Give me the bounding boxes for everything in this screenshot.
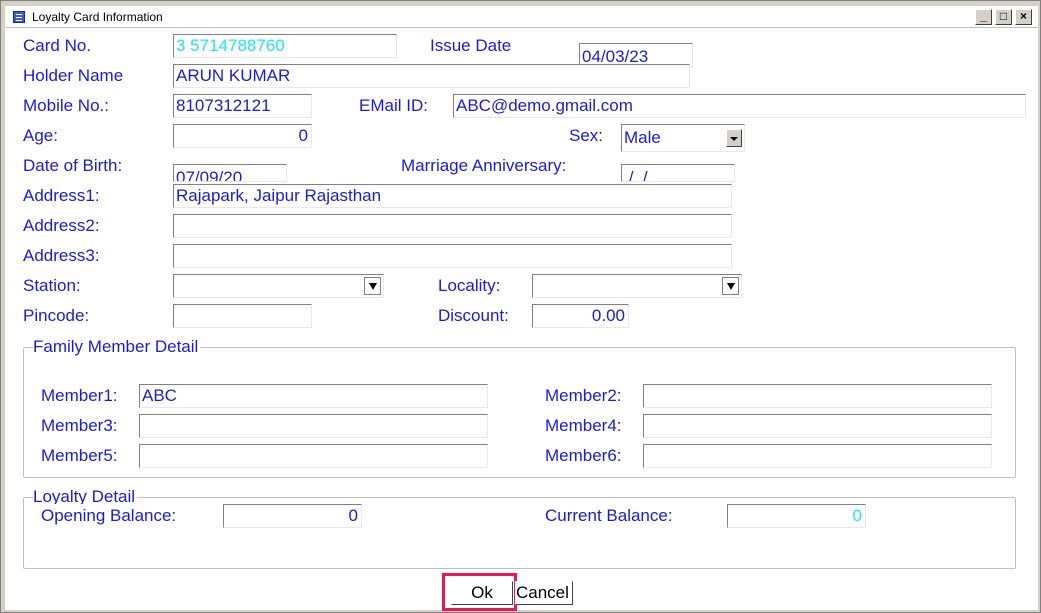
dob-label: Date of Birth:: [21, 154, 161, 178]
discount-label: Discount:: [436, 304, 524, 328]
station-select[interactable]: [173, 274, 384, 298]
address1-field[interactable]: Rajapark, Jaipur Rajasthan: [173, 184, 732, 208]
opening-balance-field[interactable]: 0: [223, 504, 362, 528]
member5-field[interactable]: [139, 444, 488, 468]
address3-label: Address3:: [21, 244, 161, 268]
member5-label: Member5:: [39, 444, 133, 468]
station-label: Station:: [21, 274, 161, 298]
member2-field[interactable]: [643, 384, 992, 408]
email-id-field[interactable]: ABC@demo.gmail.com: [453, 94, 1026, 118]
discount-field[interactable]: 0.00: [532, 304, 629, 328]
member1-field[interactable]: ABC: [139, 384, 488, 408]
member1-label: Member1:: [39, 384, 133, 408]
opening-balance-label: Opening Balance:: [39, 504, 209, 528]
holder-name-field[interactable]: ARUN KUMAR: [173, 64, 690, 88]
maximize-button[interactable]: □: [995, 9, 1012, 25]
current-balance-label: Current Balance:: [543, 504, 723, 528]
address2-field[interactable]: [173, 214, 732, 238]
anniversary-field[interactable]: / /: [621, 164, 735, 182]
chevron-down-icon[interactable]: [364, 277, 381, 295]
address3-field[interactable]: [173, 244, 732, 268]
title-bar: Loyalty Card Information _ □ ×: [5, 6, 1038, 28]
member6-field[interactable]: [643, 444, 992, 468]
age-field[interactable]: 0: [173, 124, 312, 148]
mobile-no-field[interactable]: 8107312121: [173, 94, 312, 118]
sex-select-value: Male: [624, 128, 661, 147]
member3-label: Member3:: [39, 414, 133, 438]
app-menu-icon[interactable]: [13, 11, 25, 23]
member2-label: Member2:: [543, 384, 637, 408]
address2-label: Address2:: [21, 214, 161, 238]
sex-label: Sex:: [567, 124, 611, 148]
loyalty-card-window: Loyalty Card Information _ □ × Card No. …: [0, 0, 1041, 613]
family-member-title: Family Member Detail: [33, 337, 201, 357]
dob-field[interactable]: 07/09/20: [173, 164, 287, 182]
address1-label: Address1:: [21, 184, 161, 208]
email-id-label: EMail ID:: [357, 94, 443, 118]
member4-label: Member4:: [543, 414, 637, 438]
card-no-label: Card No.: [21, 34, 161, 58]
pincode-field[interactable]: [173, 304, 312, 328]
minimize-button[interactable]: _: [975, 9, 992, 25]
issue-date-label: Issue Date: [428, 34, 568, 58]
window-title: Loyalty Card Information: [32, 10, 163, 24]
ok-button[interactable]: Ok: [451, 581, 513, 605]
card-no-field[interactable]: 3 5714788760: [173, 34, 397, 58]
member3-field[interactable]: [139, 414, 488, 438]
close-button[interactable]: ×: [1015, 9, 1032, 25]
pincode-label: Pincode:: [21, 304, 161, 328]
locality-select[interactable]: [532, 274, 742, 298]
holder-name-label: Holder Name: [21, 64, 161, 88]
anniversary-label: Marriage Anniversary:: [399, 154, 609, 178]
form-area: Card No. 3 5714788760 Issue Date 04/03/2…: [5, 28, 1038, 611]
age-label: Age:: [21, 124, 161, 148]
current-balance-field[interactable]: 0: [727, 504, 866, 528]
locality-label: Locality:: [436, 274, 524, 298]
member4-field[interactable]: [643, 414, 992, 438]
chevron-down-icon[interactable]: [722, 277, 739, 295]
mobile-no-label: Mobile No.:: [21, 94, 161, 118]
member6-label: Member6:: [543, 444, 637, 468]
chevron-down-icon[interactable]: [726, 129, 742, 147]
sex-select[interactable]: Male: [621, 124, 745, 152]
cancel-button[interactable]: Cancel: [515, 581, 573, 605]
